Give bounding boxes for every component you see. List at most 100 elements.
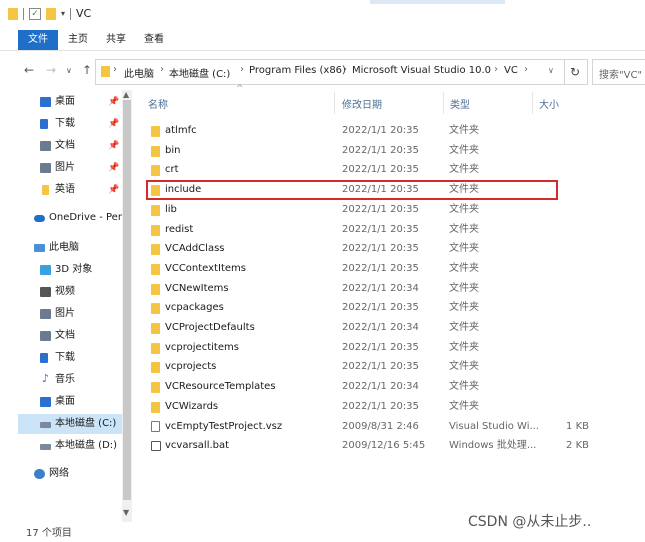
file-date-modified: 2022/1/1 20:35 [342, 341, 419, 353]
file-row[interactable]: VCWizards 2022/1/1 20:35 文件夹 [146, 397, 636, 417]
file-type: Visual Studio Wi... [449, 420, 540, 432]
chevron-right-icon[interactable]: › [524, 64, 528, 75]
column-divider[interactable] [532, 92, 533, 114]
file-date-modified: 2022/1/1 20:35 [342, 203, 419, 215]
nav-item-pictures[interactable]: 图片 📌 [18, 158, 122, 178]
nav-item-this-pc[interactable]: 此电脑 [18, 238, 122, 258]
folder-icon [101, 66, 110, 77]
nav-item-local-disk-d[interactable]: 本地磁盘 (D:) [18, 436, 122, 456]
nav-item-3d-objects[interactable]: 3D 对象 [18, 260, 122, 280]
nav-item-videos[interactable]: 视频 [18, 282, 122, 302]
folder-icon [151, 401, 160, 413]
nav-item-documents[interactable]: 文档 📌 [18, 136, 122, 156]
file-row[interactable]: VCProjectDefaults 2022/1/1 20:34 文件夹 [146, 318, 636, 338]
file-row[interactable]: vcprojects 2022/1/1 20:35 文件夹 [146, 357, 636, 377]
tab-share[interactable]: 共享 [100, 30, 132, 50]
chevron-right-icon[interactable]: › [113, 64, 117, 75]
file-date-modified: 2022/1/1 20:35 [342, 223, 419, 235]
nav-item-pictures[interactable]: 图片 [18, 304, 122, 324]
search-input[interactable]: 搜索"VC" [599, 66, 645, 81]
nav-item-english[interactable]: 英语 📌 [18, 180, 122, 200]
cloud-icon [34, 215, 45, 222]
file-row[interactable]: bin 2022/1/1 20:35 文件夹 [146, 141, 636, 161]
pin-icon[interactable]: 📌 [108, 136, 119, 156]
recent-locations-icon[interactable]: ∨ [66, 66, 72, 75]
file-row[interactable]: VCAddClass 2022/1/1 20:35 文件夹 [146, 239, 636, 259]
file-row[interactable]: vcvarsall.bat 2009/12/16 5:45 Windows 批处理.… [146, 436, 636, 456]
nav-item-label: 英语 [55, 184, 75, 195]
chevron-right-icon[interactable]: › [494, 64, 498, 75]
file-row[interactable]: VCContextItems 2022/1/1 20:35 文件夹 [146, 259, 636, 279]
file-date-modified: 2022/1/1 20:35 [342, 125, 419, 136]
address-bar[interactable]: › 此电脑 › 本地磁盘 (C:) › Program Files (x86) … [95, 59, 565, 85]
column-divider[interactable] [334, 92, 335, 114]
nav-item-desktop[interactable]: 桌面 [18, 392, 122, 412]
pin-icon[interactable]: 📌 [108, 180, 119, 200]
forward-arrow-icon[interactable]: → [46, 63, 56, 77]
file-row[interactable]: vcEmptyTestProject.vsz 2009/8/31 2:46 Visu… [146, 417, 636, 437]
window-title: VC [76, 7, 92, 20]
scroll-up-icon[interactable]: ▲ [123, 90, 129, 99]
pin-icon[interactable]: 📌 [108, 114, 119, 134]
file-row[interactable]: lib 2022/1/1 20:35 文件夹 [146, 200, 636, 220]
file-row[interactable]: atlmfc 2022/1/1 20:35 文件夹 [146, 121, 636, 141]
divider [23, 7, 24, 20]
breadcrumb-program-files-x86[interactable]: Program Files (x86) [249, 65, 346, 76]
document-icon [40, 141, 51, 151]
folder-icon [151, 362, 160, 374]
tab-home[interactable]: 主页 [62, 30, 94, 50]
nav-item-label: 网络 [49, 468, 69, 479]
column-header-name[interactable]: 名称 [148, 96, 168, 111]
nav-item-downloads[interactable]: 下载 [18, 348, 122, 368]
properties-icon[interactable]: ✓ [29, 7, 41, 20]
nav-item-label: 本地磁盘 (C:) [55, 418, 117, 429]
column-header-size[interactable]: 大小 [539, 96, 559, 111]
file-date-modified: 2022/1/1 20:34 [342, 322, 419, 333]
refresh-button[interactable]: ↻ [563, 59, 588, 85]
column-header-date-modified[interactable]: 修改日期 [342, 96, 382, 111]
breadcrumb-local-disk-c[interactable]: 本地磁盘 (C:) [169, 65, 230, 80]
search-box[interactable]: 搜索"VC" [592, 59, 645, 85]
file-row[interactable]: VCResourceTemplates 2022/1/1 20:34 文件夹 [146, 377, 636, 397]
breadcrumb-vc[interactable]: VC [504, 65, 518, 76]
file-date-modified: 2009/8/31 2:46 [342, 420, 419, 432]
chevron-right-icon[interactable]: › [240, 64, 244, 75]
up-arrow-icon[interactable]: ↑ [82, 63, 92, 77]
column-header-type[interactable]: 类型 [450, 96, 470, 111]
file-row[interactable]: vcpackages 2022/1/1 20:35 文件夹 [146, 298, 636, 318]
file-row[interactable]: VCNewItems 2022/1/1 20:34 文件夹 [146, 279, 636, 299]
nav-scrollbar[interactable]: ▲ ▼ [122, 90, 132, 522]
nav-item-downloads[interactable]: 下载 📌 [18, 114, 122, 134]
nav-item-onedrive[interactable]: OneDrive - Perso [18, 208, 122, 228]
breadcrumb-visual-studio[interactable]: Microsoft Visual Studio 10.0 [352, 65, 491, 76]
nav-item-label: 图片 [55, 308, 75, 319]
column-divider[interactable] [443, 92, 444, 114]
folder-icon [151, 165, 160, 177]
file-date-modified: 2022/1/1 20:35 [342, 262, 419, 274]
scrollbar-thumb[interactable] [123, 100, 131, 500]
pin-icon[interactable]: 📌 [108, 92, 119, 112]
quick-access-dropdown-icon[interactable]: ▾ [61, 9, 65, 18]
nav-item-local-disk-c[interactable]: 本地磁盘 (C:) [18, 414, 122, 434]
chevron-right-icon[interactable]: › [160, 64, 164, 75]
nav-item-desktop[interactable]: 桌面 📌 [18, 92, 122, 112]
nav-item-documents[interactable]: 文档 [18, 326, 122, 346]
scroll-down-icon[interactable]: ▼ [123, 508, 129, 517]
video-icon [40, 287, 51, 297]
breadcrumb-this-pc[interactable]: 此电脑 [124, 65, 154, 80]
desktop-icon [40, 97, 51, 107]
file-row[interactable]: crt 2022/1/1 20:35 文件夹 [146, 160, 636, 180]
tab-file[interactable]: 文件 [18, 30, 58, 50]
file-row[interactable]: redist 2022/1/1 20:35 文件夹 [146, 220, 636, 240]
file-date-modified: 2022/1/1 20:34 [342, 381, 419, 393]
nav-item-music[interactable]: ♪ 音乐 [18, 370, 122, 390]
chevron-down-icon[interactable]: ∨ [548, 66, 554, 75]
tab-view[interactable]: 查看 [138, 30, 170, 50]
new-folder-icon[interactable] [46, 7, 56, 20]
chevron-right-icon[interactable]: › [343, 64, 347, 75]
download-icon [40, 353, 48, 363]
file-row[interactable]: vcprojectitems 2022/1/1 20:35 文件夹 [146, 338, 636, 358]
back-arrow-icon[interactable]: ← [24, 63, 34, 77]
pin-icon[interactable]: 📌 [108, 158, 119, 178]
nav-item-network[interactable]: 网络 [18, 464, 122, 484]
